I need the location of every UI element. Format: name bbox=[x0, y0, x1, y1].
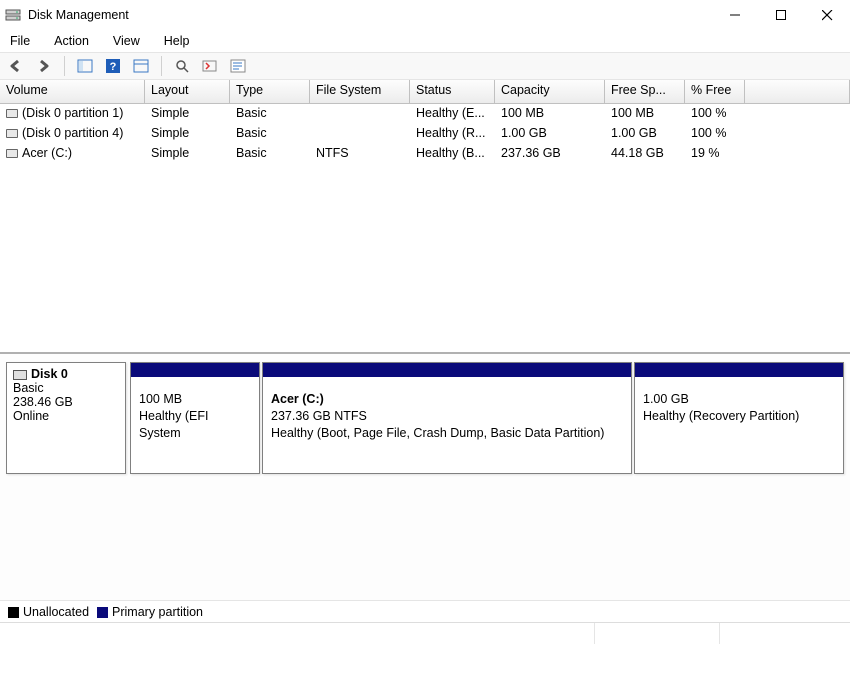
menu-help[interactable]: Help bbox=[160, 32, 200, 50]
partition[interactable]: 100 MBHealthy (EFI System bbox=[130, 362, 260, 474]
status-segment bbox=[0, 623, 595, 644]
rescan-disks-button[interactable] bbox=[198, 55, 222, 77]
volume-list: Volume Layout Type File System Status Ca… bbox=[0, 80, 850, 354]
partition-stripe bbox=[263, 363, 631, 377]
volume-row[interactable]: Acer (C:)SimpleBasicNTFSHealthy (B...237… bbox=[0, 144, 850, 164]
volume-row[interactable]: (Disk 0 partition 4)SimpleBasicHealthy (… bbox=[0, 124, 850, 144]
legend-unallocated: Unallocated bbox=[8, 605, 89, 619]
volume-list-body[interactable]: (Disk 0 partition 1)SimpleBasicHealthy (… bbox=[0, 104, 850, 352]
col-filesystem[interactable]: File System bbox=[310, 80, 410, 103]
view-settings-button[interactable] bbox=[129, 55, 153, 77]
volume-icon bbox=[6, 149, 18, 158]
app-icon bbox=[4, 6, 22, 24]
disk-graphical-view: Disk 0 Basic 238.46 GB Online 100 MBHeal… bbox=[0, 354, 850, 600]
menu-file[interactable]: File bbox=[6, 32, 40, 50]
partition-status: Healthy (Recovery Partition) bbox=[643, 408, 835, 425]
col-freespace[interactable]: Free Sp... bbox=[605, 80, 685, 103]
help-button[interactable]: ? bbox=[101, 55, 125, 77]
volume-row[interactable]: (Disk 0 partition 1)SimpleBasicHealthy (… bbox=[0, 104, 850, 124]
disk-partitions: 100 MBHealthy (EFI SystemAcer (C:)237.36… bbox=[130, 362, 844, 474]
col-layout[interactable]: Layout bbox=[145, 80, 230, 103]
disk-info-panel[interactable]: Disk 0 Basic 238.46 GB Online bbox=[6, 362, 126, 474]
primary-swatch bbox=[97, 607, 108, 618]
col-volume[interactable]: Volume bbox=[0, 80, 145, 103]
disk-state: Online bbox=[13, 409, 119, 423]
disk-size: 238.46 GB bbox=[13, 395, 119, 409]
partition-size: 1.00 GB bbox=[643, 391, 835, 408]
forward-button[interactable] bbox=[32, 55, 56, 77]
disk-block: Disk 0 Basic 238.46 GB Online 100 MBHeal… bbox=[6, 362, 844, 474]
status-bar bbox=[0, 622, 850, 644]
status-segment bbox=[595, 623, 720, 644]
col-status[interactable]: Status bbox=[410, 80, 495, 103]
maximize-button[interactable] bbox=[758, 0, 804, 30]
col-type[interactable]: Type bbox=[230, 80, 310, 103]
menu-bar: File Action View Help bbox=[0, 30, 850, 52]
toolbar: ? bbox=[0, 52, 850, 80]
toolbar-separator bbox=[64, 56, 65, 76]
partition[interactable]: Acer (C:)237.36 GB NTFSHealthy (Boot, Pa… bbox=[262, 362, 632, 474]
partition-stripe bbox=[131, 363, 259, 377]
unallocated-swatch bbox=[8, 607, 19, 618]
volume-icon bbox=[6, 109, 18, 118]
refresh-button[interactable] bbox=[170, 55, 194, 77]
partition-status: Healthy (Boot, Page File, Crash Dump, Ba… bbox=[271, 425, 623, 442]
show-hide-console-tree-button[interactable] bbox=[73, 55, 97, 77]
menu-view[interactable]: View bbox=[109, 32, 150, 50]
partition-stripe bbox=[635, 363, 843, 377]
partition-label: Acer (C:) bbox=[271, 391, 623, 408]
properties-button[interactable] bbox=[226, 55, 250, 77]
window-title: Disk Management bbox=[28, 8, 129, 22]
legend: Unallocated Primary partition bbox=[0, 600, 850, 622]
window-controls bbox=[712, 0, 850, 30]
col-padding bbox=[745, 80, 850, 103]
title-bar: Disk Management bbox=[0, 0, 850, 30]
minimize-button[interactable] bbox=[712, 0, 758, 30]
partition-size: 100 MB bbox=[139, 391, 251, 408]
volume-list-header: Volume Layout Type File System Status Ca… bbox=[0, 80, 850, 104]
legend-primary: Primary partition bbox=[97, 605, 203, 619]
col-pctfree[interactable]: % Free bbox=[685, 80, 745, 103]
menu-action[interactable]: Action bbox=[50, 32, 99, 50]
disk-name: Disk 0 bbox=[31, 367, 68, 381]
partition-size: 237.36 GB NTFS bbox=[271, 408, 623, 425]
svg-text:?: ? bbox=[110, 61, 117, 73]
volume-icon bbox=[6, 129, 18, 138]
partition-status: Healthy (EFI System bbox=[139, 408, 251, 442]
status-segment bbox=[720, 623, 850, 644]
back-button[interactable] bbox=[4, 55, 28, 77]
partition[interactable]: 1.00 GBHealthy (Recovery Partition) bbox=[634, 362, 844, 474]
col-capacity[interactable]: Capacity bbox=[495, 80, 605, 103]
close-button[interactable] bbox=[804, 0, 850, 30]
disk-icon bbox=[13, 370, 27, 380]
disk-type: Basic bbox=[13, 381, 119, 395]
toolbar-separator bbox=[161, 56, 162, 76]
